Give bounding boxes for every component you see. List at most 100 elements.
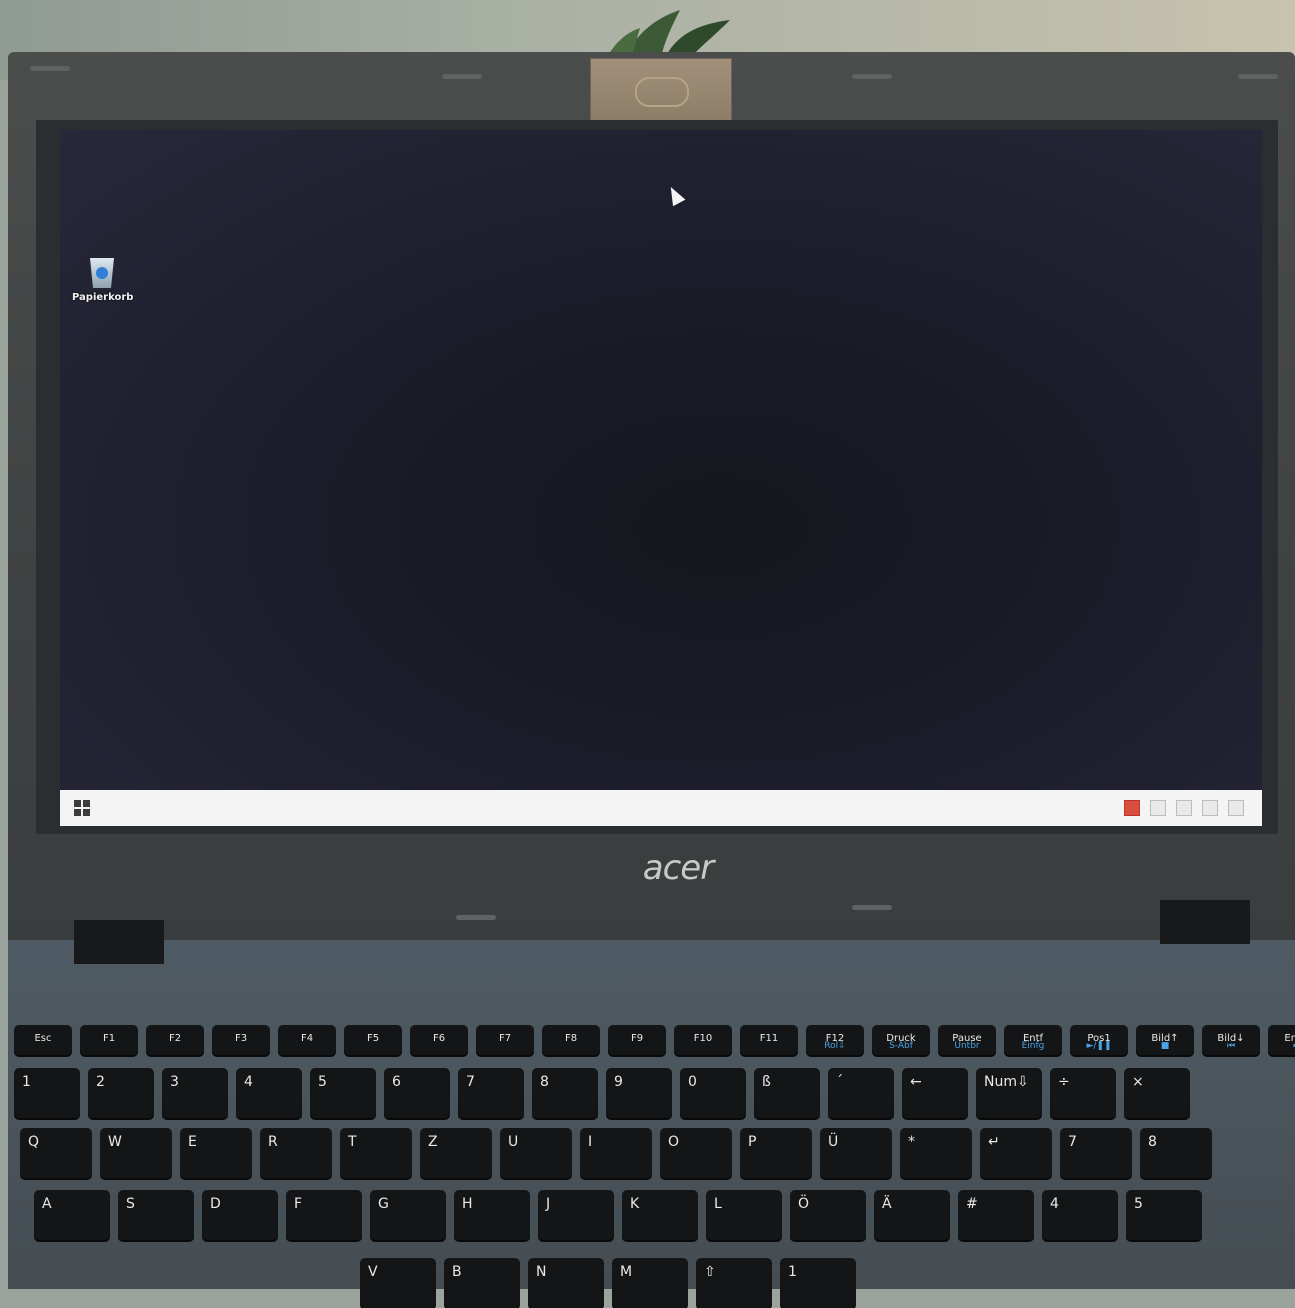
keyboard-key[interactable]: G xyxy=(370,1190,446,1240)
key-label: G xyxy=(378,1196,389,1212)
keyboard-key[interactable]: Num⇩ xyxy=(976,1068,1042,1118)
network-tray-icon[interactable] xyxy=(1150,800,1166,816)
keyboard-key[interactable]: ⇧ xyxy=(696,1258,772,1308)
right-hinge xyxy=(1160,900,1250,944)
function-key[interactable]: F1 xyxy=(80,1025,138,1055)
keyboard-key[interactable]: F xyxy=(286,1190,362,1240)
keyboard-key[interactable]: Ä xyxy=(874,1190,950,1240)
function-key[interactable]: F11 xyxy=(740,1025,798,1055)
function-key[interactable]: Ende⏭ xyxy=(1268,1025,1295,1055)
keyboard-key[interactable]: * xyxy=(900,1128,972,1178)
keyboard-key[interactable]: 7 xyxy=(1060,1128,1132,1178)
keyboard-key[interactable]: 7 xyxy=(458,1068,524,1118)
left-hinge xyxy=(74,920,164,964)
keyboard-key[interactable]: V xyxy=(360,1258,436,1308)
recycle-bin-icon xyxy=(90,258,114,288)
keyboard-key[interactable]: ´ xyxy=(828,1068,894,1118)
keyboard-key[interactable]: E xyxy=(180,1128,252,1178)
function-key[interactable]: Pause Untbr xyxy=(938,1025,996,1055)
key-label: F4 xyxy=(300,1033,314,1044)
key-label: Ü xyxy=(828,1134,839,1150)
keyboard-key[interactable]: S xyxy=(118,1190,194,1240)
keyboard-key[interactable]: W xyxy=(100,1128,172,1178)
function-key[interactable]: F7 xyxy=(476,1025,534,1055)
key-sublabel: S-Abf xyxy=(889,1041,913,1051)
keyboard-key[interactable]: 5 xyxy=(1126,1190,1202,1240)
function-key[interactable]: Pos1 ►/❚❚ xyxy=(1070,1025,1128,1055)
keyboard-key[interactable]: P xyxy=(740,1128,812,1178)
keyboard-key[interactable]: 3 xyxy=(162,1068,228,1118)
keyboard-key[interactable]: L xyxy=(706,1190,782,1240)
keyboard-key[interactable]: # xyxy=(958,1190,1034,1240)
function-key[interactable]: F10 xyxy=(674,1025,732,1055)
function-key[interactable]: F6 xyxy=(410,1025,468,1055)
recycle-bin-shortcut[interactable]: Papierkorb xyxy=(72,258,133,303)
keyboard-key[interactable]: H xyxy=(454,1190,530,1240)
keyboard-key[interactable]: 8 xyxy=(1140,1128,1212,1178)
key-label: 6 xyxy=(392,1074,401,1090)
keyboard-key[interactable]: ß xyxy=(754,1068,820,1118)
antivirus-tray-icon[interactable] xyxy=(1124,800,1140,816)
keyboard-key[interactable]: Z xyxy=(420,1128,492,1178)
keyboard-key[interactable]: ÷ xyxy=(1050,1068,1116,1118)
keyboard-key[interactable]: 6 xyxy=(384,1068,450,1118)
keyboard-key[interactable]: U xyxy=(500,1128,572,1178)
start-windows-icon[interactable] xyxy=(74,800,90,816)
key-label: 9 xyxy=(614,1074,623,1090)
key-label: F8 xyxy=(564,1033,578,1044)
keyboard-key[interactable]: 0 xyxy=(680,1068,746,1118)
function-key[interactable]: Bild↓ ⏮ xyxy=(1202,1025,1260,1055)
function-key[interactable]: F12 Rol⇩ xyxy=(806,1025,864,1055)
notification-icon[interactable] xyxy=(1228,800,1244,816)
function-key[interactable]: Druck S-Abf xyxy=(872,1025,930,1055)
keyboard-key[interactable]: 8 xyxy=(532,1068,598,1118)
keyboard-key[interactable]: T xyxy=(340,1128,412,1178)
function-key[interactable]: Entf Einfg xyxy=(1004,1025,1062,1055)
keyboard-key[interactable]: I xyxy=(580,1128,652,1178)
function-key[interactable]: F3 xyxy=(212,1025,270,1055)
keyboard-key[interactable]: ↵ xyxy=(980,1128,1052,1178)
keyboard-key[interactable]: B xyxy=(444,1258,520,1308)
keyboard-key[interactable]: 2 xyxy=(88,1068,154,1118)
keyboard-key[interactable]: 1 xyxy=(780,1258,856,1308)
key-label: ´ xyxy=(836,1074,843,1090)
keyboard-key[interactable]: R xyxy=(260,1128,332,1178)
function-key[interactable]: Esc xyxy=(14,1025,72,1055)
keyboard-key[interactable]: D xyxy=(202,1190,278,1240)
keyboard-key[interactable]: O xyxy=(660,1128,732,1178)
keyboard-key[interactable]: ← xyxy=(902,1068,968,1118)
key-label: 0 xyxy=(688,1074,697,1090)
desktop-screen[interactable] xyxy=(60,130,1262,790)
keyboard-key[interactable]: M xyxy=(612,1258,688,1308)
keyboard-key[interactable]: J xyxy=(538,1190,614,1240)
keyboard-key[interactable]: 5 xyxy=(310,1068,376,1118)
keyboard-key[interactable]: Q xyxy=(20,1128,92,1178)
function-key[interactable]: F2 xyxy=(146,1025,204,1055)
top-letter-row: Q W E R T Z U I O P Ü * ↵ 7 8 xyxy=(20,1128,1212,1178)
number-key-row: 1 2 3 4 5 6 7 8 9 0 ß ´ ← Num⇩ ÷ × xyxy=(14,1068,1190,1118)
function-key[interactable]: Bild↑ ■ xyxy=(1136,1025,1194,1055)
function-key[interactable]: F9 xyxy=(608,1025,666,1055)
key-label: M xyxy=(620,1264,633,1280)
key-label: I xyxy=(588,1134,593,1150)
keyboard-key[interactable]: Ü xyxy=(820,1128,892,1178)
function-key[interactable]: F5 xyxy=(344,1025,402,1055)
clock-tray-icon[interactable] xyxy=(1202,800,1218,816)
keyboard-key[interactable]: 9 xyxy=(606,1068,672,1118)
key-label: 8 xyxy=(1148,1134,1157,1150)
volume-tray-icon[interactable] xyxy=(1176,800,1192,816)
keyboard-key[interactable]: × xyxy=(1124,1068,1190,1118)
key-label: Num⇩ xyxy=(984,1074,1029,1090)
function-key[interactable]: F8 xyxy=(542,1025,600,1055)
keyboard-key[interactable]: A xyxy=(34,1190,110,1240)
keyboard-key[interactable]: N xyxy=(528,1258,604,1308)
keyboard-key[interactable]: 4 xyxy=(236,1068,302,1118)
keyboard-key[interactable]: K xyxy=(622,1190,698,1240)
keyboard-key[interactable]: 1 xyxy=(14,1068,80,1118)
keyboard-key[interactable]: 4 xyxy=(1042,1190,1118,1240)
key-label: S xyxy=(126,1196,135,1212)
function-key[interactable]: F4 xyxy=(278,1025,336,1055)
system-tray xyxy=(1124,800,1244,816)
key-label: # xyxy=(966,1196,978,1212)
keyboard-key[interactable]: Ö xyxy=(790,1190,866,1240)
